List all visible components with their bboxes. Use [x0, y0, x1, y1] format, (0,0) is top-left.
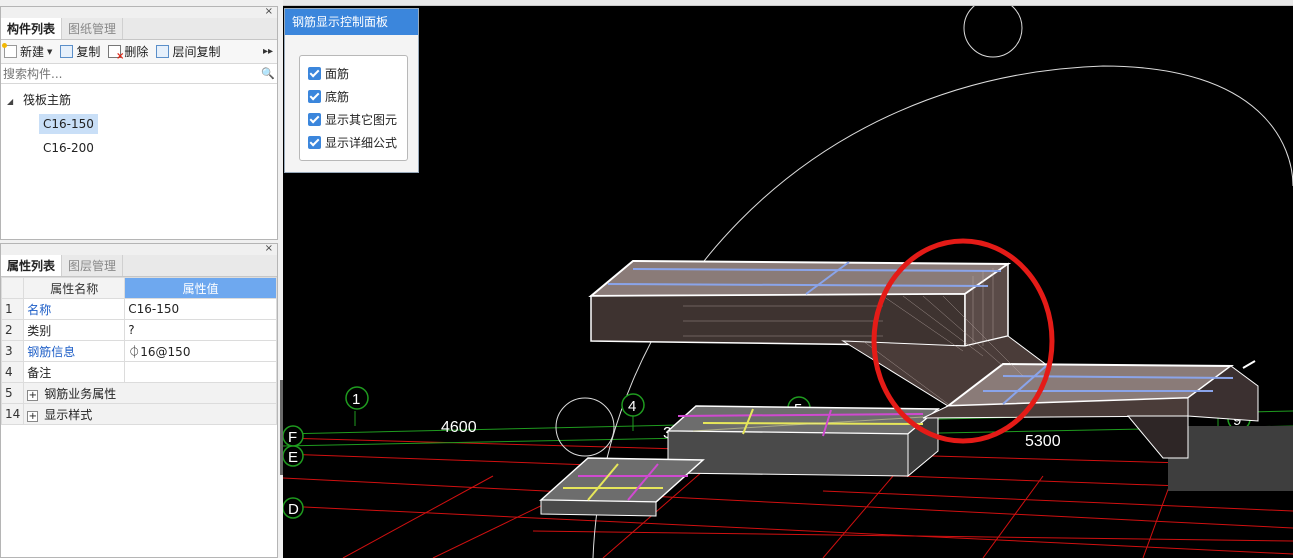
table-row[interactable]: 5 + 钢筋业务属性	[0, 382, 277, 404]
tree-item-c16-150[interactable]: C16-150	[1, 112, 277, 136]
floor-copy-button-label: 层间复制	[172, 45, 221, 59]
floor-copy-button[interactable]: 层间复制	[156, 43, 220, 60]
component-panel-close-button[interactable]: ×	[1, 7, 277, 18]
row-number: 1	[0, 298, 25, 320]
search-icon[interactable]: 🔍	[261, 67, 277, 80]
table-row[interactable]: 1 名称 C16-150	[0, 298, 277, 320]
tab-property-list[interactable]: 属性列表	[1, 255, 63, 276]
chevron-down-icon[interactable]: ▼	[47, 48, 52, 56]
component-panel-tabs: 构件列表 图纸管理	[1, 18, 277, 40]
tree-node-label: 筏板主筋	[22, 93, 71, 107]
tab-drawing-management[interactable]: 图纸管理	[62, 18, 124, 39]
property-table: 属性名称 属性值 1 名称 C16-150 2 类别 ? 3 钢筋信息 ⏀16@…	[0, 277, 277, 425]
table-row[interactable]: 14 + 显示样式	[0, 403, 277, 425]
table-row[interactable]: 4 备注	[0, 361, 277, 383]
component-list-panel: × 构件列表 图纸管理 新建 ▼ 复制 删除 层间复制 ▸▸	[0, 6, 278, 240]
property-value-input[interactable]: ⏀16@150	[124, 340, 277, 362]
option-label: 显示其它图元	[325, 113, 398, 127]
property-list-panel: × 属性列表 图层管理 属性名称 属性值 1 名称 C16-150 2 类别 ?…	[0, 243, 278, 558]
table-row[interactable]: 3 钢筋信息 ⏀16@150	[0, 340, 277, 362]
tab-component-list[interactable]: 构件列表	[1, 18, 63, 39]
property-value-input[interactable]: C16-150	[124, 298, 277, 320]
new-button[interactable]: 新建 ▼	[2, 43, 52, 60]
row-number: 5	[0, 382, 25, 404]
new-file-icon	[2, 43, 17, 58]
option-show-other-elements[interactable]: 显示其它图元	[308, 108, 407, 131]
tab-layer-management[interactable]: 图层管理	[62, 255, 124, 276]
tree-item-label: C16-200	[43, 141, 94, 155]
axis-label: D	[288, 501, 299, 518]
tree-node-raft-main-rebar[interactable]: ◢ 筏板主筋	[1, 88, 277, 112]
expand-triangle-icon[interactable]: ◢	[7, 97, 13, 106]
checkbox-icon[interactable]	[308, 113, 321, 126]
option-label: 底筋	[325, 90, 350, 104]
property-name: 备注	[23, 361, 126, 383]
property-name: 类别	[23, 319, 126, 341]
property-table-header: 属性名称 属性值	[0, 277, 277, 299]
checkbox-icon[interactable]	[308, 90, 321, 103]
property-group-label: 钢筋业务属性	[44, 386, 117, 401]
delete-button[interactable]: 删除	[108, 43, 149, 62]
copy-button[interactable]: 复制	[60, 43, 100, 60]
new-button-label: 新建	[20, 45, 45, 59]
3d-viewport[interactable]: 1 4 5 9 F E D 4600 5300 3	[283, 6, 1293, 558]
axis-label: E	[288, 449, 298, 466]
delete-button-label: 删除	[124, 45, 149, 59]
option-show-detailed-formula[interactable]: 显示详细公式	[308, 131, 407, 154]
tree-item-label: C16-150	[39, 114, 98, 134]
property-panel-tabs: 属性列表 图层管理	[1, 255, 277, 277]
property-group[interactable]: + 钢筋业务属性	[23, 382, 277, 404]
axis-label: 4	[628, 398, 636, 415]
left-sidebar: × 构件列表 图纸管理 新建 ▼ 复制 删除 层间复制 ▸▸	[0, 0, 283, 558]
row-number: 3	[0, 340, 25, 362]
row-number: 2	[0, 319, 25, 341]
rebar-display-control-panel: 钢筋显示控制面板 面筋 底筋 显示其它图元 显示详细公式	[284, 8, 419, 173]
dimension-label: 5300	[1025, 433, 1061, 450]
delete-icon	[108, 45, 124, 62]
row-number: 4	[0, 361, 25, 383]
component-search-input[interactable]	[3, 66, 261, 81]
component-toolbar: 新建 ▼ 复制 删除 层间复制 ▸▸	[1, 40, 277, 64]
option-label: 面筋	[325, 67, 350, 81]
property-name-header: 属性名称	[23, 277, 126, 299]
component-search-bar: 🔍	[1, 64, 277, 84]
copy-icon	[60, 45, 74, 58]
floor-copy-icon	[156, 45, 170, 58]
dimension-label: 4600	[441, 419, 477, 436]
control-panel-title: 钢筋显示控制面板	[285, 9, 418, 35]
component-tree: ◢ 筏板主筋 C16-150 C16-200	[1, 84, 277, 160]
option-label: 显示详细公式	[325, 136, 398, 150]
property-panel-close-button[interactable]: ×	[1, 244, 277, 255]
property-name: 名称	[23, 298, 126, 320]
table-row[interactable]: 2 类别 ?	[0, 319, 277, 341]
expand-plus-icon[interactable]: +	[27, 389, 39, 401]
property-name: 钢筋信息	[23, 340, 126, 362]
property-group[interactable]: + 显示样式	[23, 403, 277, 425]
toolbar-overflow-button[interactable]: ▸▸	[263, 46, 273, 57]
option-bottom-rebar[interactable]: 底筋	[308, 85, 407, 108]
axis-label: F	[288, 429, 297, 446]
checkbox-icon[interactable]	[308, 67, 321, 80]
axis-label: 1	[352, 391, 360, 408]
control-options-group: 面筋 底筋 显示其它图元 显示详细公式	[299, 55, 408, 161]
row-number: 14	[0, 403, 25, 425]
row-number-header	[0, 277, 25, 299]
property-value-header: 属性值	[124, 277, 277, 299]
expand-plus-icon[interactable]: +	[27, 410, 39, 422]
property-value-input[interactable]	[124, 361, 277, 383]
option-top-rebar[interactable]: 面筋	[308, 62, 407, 85]
tree-item-c16-200[interactable]: C16-200	[1, 136, 277, 160]
property-value-input[interactable]: ?	[124, 319, 277, 341]
property-group-label: 显示样式	[44, 407, 93, 422]
checkbox-icon[interactable]	[308, 136, 321, 149]
copy-button-label: 复制	[76, 45, 101, 59]
